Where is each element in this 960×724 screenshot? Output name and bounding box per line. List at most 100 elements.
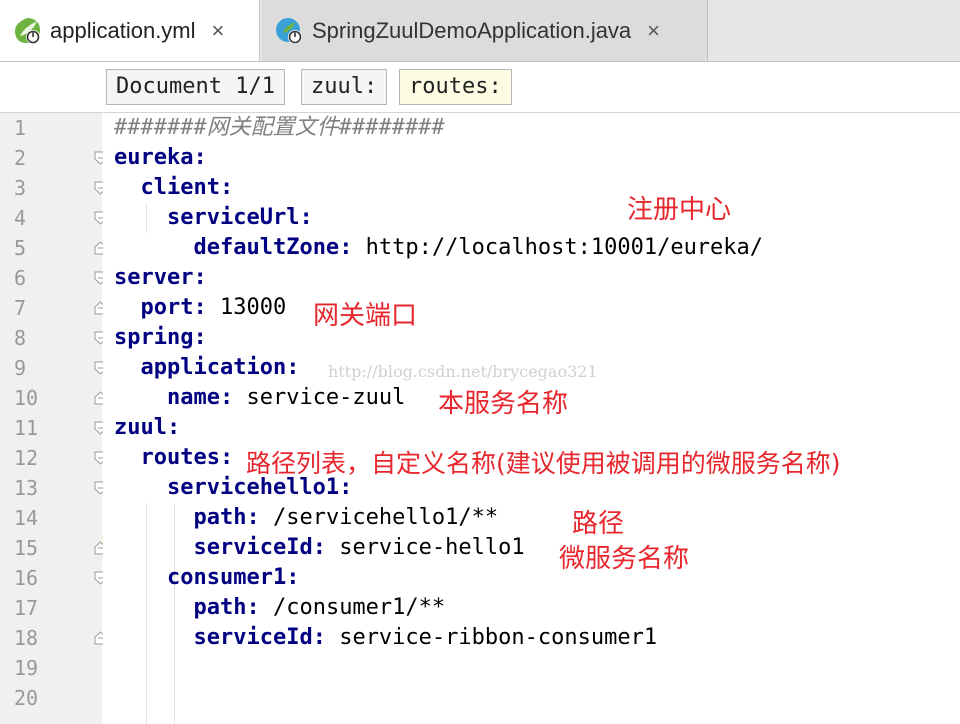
code-line[interactable]: routes: (114, 443, 234, 473)
yaml-value: /consumer1/** (259, 595, 446, 620)
tab-label: application.yml (50, 17, 196, 43)
line-number-label: 8 (14, 326, 27, 350)
code-line[interactable]: serviceUrl: (114, 203, 313, 233)
yaml-key: server (114, 265, 194, 290)
yaml-separator: : (193, 325, 207, 350)
line-number-label: 13 (14, 476, 39, 500)
line-number: 6 (0, 263, 107, 293)
code-line[interactable]: consumer1: (114, 563, 299, 593)
tab-application-yml[interactable]: application.yml × (0, 0, 260, 61)
line-number: 20 (0, 683, 102, 713)
yaml-separator: : (246, 595, 260, 620)
code-line[interactable]: zuul: (114, 413, 180, 443)
code-line[interactable]: name: service-zuul (114, 383, 405, 413)
line-number: 4 (0, 203, 107, 233)
spring-boot-class-icon (276, 17, 302, 44)
code-editor[interactable]: 1 2 3 4 5 6 7 8 9 10 11 12 13 14 15 16 17 18 19 20 #######网… (0, 113, 960, 724)
line-number: 11 (0, 413, 107, 443)
line-number: 16 (0, 563, 107, 593)
breadcrumb-document[interactable]: Document 1/1 (106, 69, 285, 105)
yaml-separator: : (312, 535, 326, 560)
close-icon[interactable]: × (212, 18, 225, 44)
code-line[interactable]: port: 13000 (114, 293, 287, 323)
yaml-key: path (193, 595, 247, 620)
line-number: 9 (0, 353, 107, 383)
yaml-separator: : (193, 145, 207, 170)
yaml-key: eureka (114, 145, 194, 170)
editor-tab-bar: application.yml × SpringZuulDemoApplicat… (0, 0, 960, 62)
yaml-separator: : (286, 355, 300, 380)
line-number: 12 (0, 443, 107, 473)
yaml-comment: #######网关配置文件######## (114, 115, 445, 140)
line-number-label: 11 (14, 416, 39, 440)
yaml-key: serviceUrl (166, 205, 300, 230)
annotation-gateway-port: 网关端口 (313, 301, 418, 331)
yaml-key: path (193, 505, 247, 530)
code-line[interactable]: #######网关配置文件######## (114, 113, 445, 143)
code-line[interactable]: path: /consumer1/** (114, 593, 445, 623)
code-line[interactable]: server: (114, 263, 207, 293)
annotation-registry: 注册中心 (627, 195, 732, 225)
line-number-label: 20 (14, 686, 39, 710)
yaml-key: routes (140, 445, 220, 470)
line-number-gutter: 1 2 3 4 5 6 7 8 9 10 11 12 13 14 15 16 17 18 19 20 (0, 113, 107, 724)
close-icon[interactable]: × (647, 18, 660, 44)
line-number-label: 10 (14, 386, 39, 410)
line-number-label: 14 (14, 506, 39, 530)
yaml-key: zuul (114, 415, 167, 440)
yaml-key: port (140, 295, 194, 320)
line-number: 1 (0, 113, 102, 143)
tab-label: SpringZuulDemoApplication.java (312, 17, 632, 43)
line-number-label: 4 (14, 206, 27, 230)
line-number-label: 5 (14, 236, 27, 260)
yaml-key: serviceId (193, 535, 313, 560)
breadcrumb: Document 1/1 zuul: routes: (0, 62, 960, 113)
yaml-value: 13000 (206, 295, 287, 320)
line-number-label: 18 (14, 626, 39, 650)
line-number-label: 16 (14, 566, 39, 590)
code-line[interactable]: serviceId: service-hello1 (114, 533, 524, 563)
yaml-key: client (140, 175, 220, 200)
yaml-key: defaultZone (193, 235, 340, 260)
yaml-separator: : (219, 445, 234, 470)
code-line[interactable]: path: /servicehello1/** (114, 503, 498, 533)
code-line[interactable]: eureka: (114, 143, 207, 173)
line-number-label: 12 (14, 446, 39, 470)
code-line[interactable]: spring: (114, 323, 207, 353)
line-number: 13 (0, 473, 107, 503)
line-number: 8 (0, 323, 107, 353)
yaml-separator: : (286, 565, 300, 590)
code-line[interactable]: client: (114, 173, 234, 203)
yaml-separator: : (166, 415, 181, 440)
line-number: 18 (0, 623, 107, 653)
yaml-key: consumer1 (166, 565, 287, 590)
yaml-key: spring (114, 325, 194, 350)
yaml-separator: : (193, 265, 207, 290)
yaml-key: application (140, 355, 287, 380)
tab-springzuuldemoapplication-java[interactable]: SpringZuulDemoApplication.java × (262, 0, 708, 61)
yaml-separator: : (246, 505, 260, 530)
code-line[interactable]: application: (114, 353, 300, 383)
yaml-key: serviceId (193, 625, 313, 650)
code-line[interactable]: defaultZone: http://localhost:10001/eure… (114, 233, 763, 263)
yaml-separator: : (219, 175, 234, 200)
spring-yaml-file-icon (15, 17, 40, 44)
yaml-value: service-ribbon-consumer1 (325, 625, 658, 650)
line-number: 15 (0, 533, 107, 563)
line-number-label: 7 (14, 296, 27, 320)
line-number: 5 (0, 233, 107, 263)
line-number-label: 17 (14, 596, 39, 620)
annotation-routes: 路径列表，自定义名称(建议使用被调用的微服务名称) (246, 449, 841, 478)
line-number-label: 3 (14, 176, 27, 200)
code-line[interactable]: serviceId: service-ribbon-consumer1 (114, 623, 657, 653)
breadcrumb-routes[interactable]: routes: (399, 69, 512, 105)
breadcrumb-zuul[interactable]: zuul: (301, 69, 388, 105)
